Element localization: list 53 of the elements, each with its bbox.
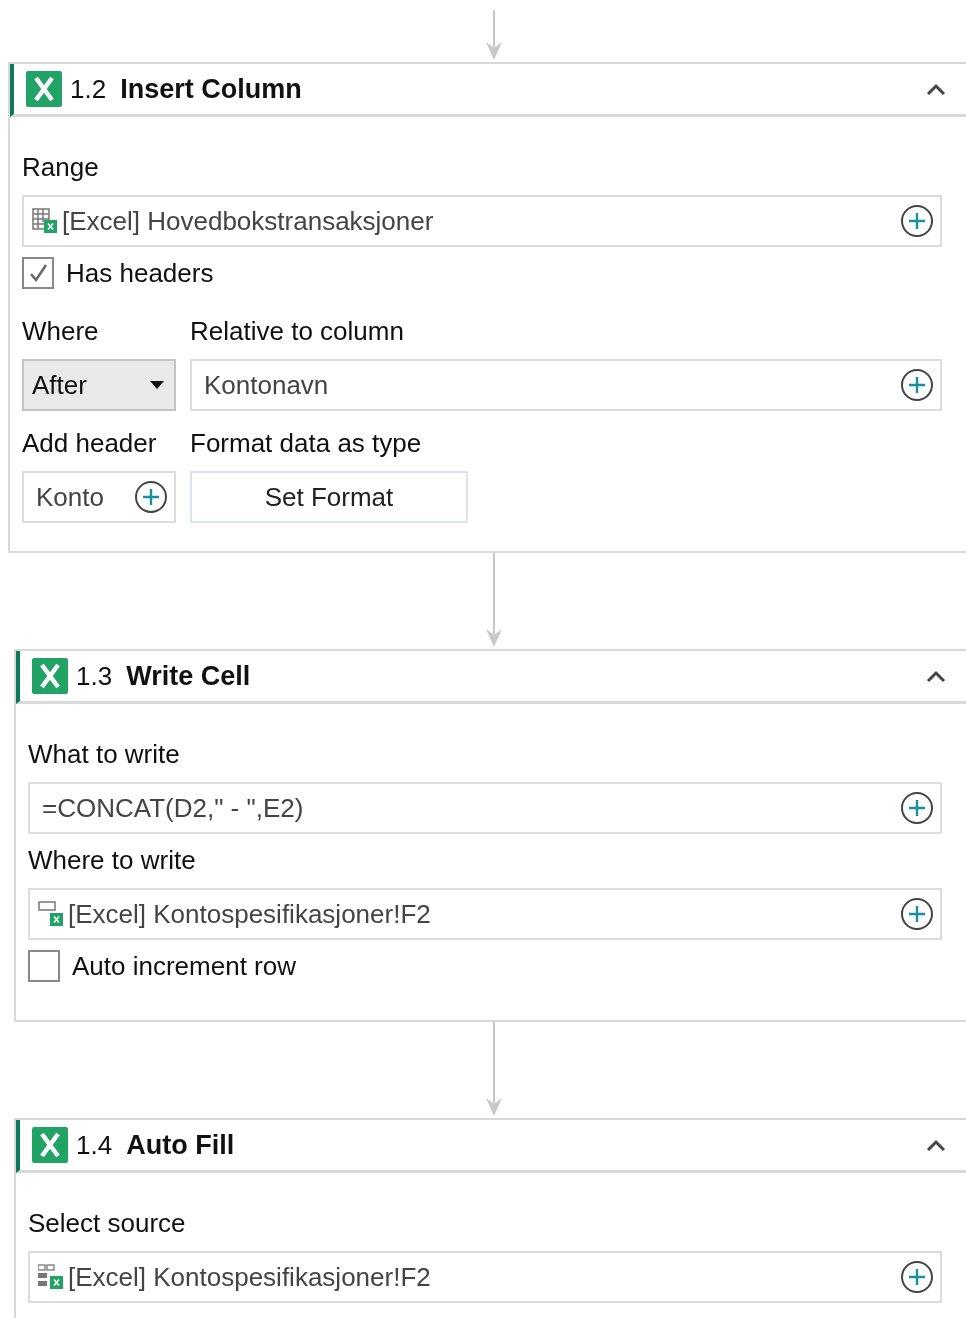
check-icon — [27, 262, 49, 284]
chevron-up-icon[interactable] — [926, 83, 946, 95]
field-value: [Excel] Kontospesifikasjoner!F2 — [68, 1261, 431, 1293]
input-field[interactable]: [Excel] Kontospesifikasjoner!F2 — [28, 1251, 942, 1303]
input-field[interactable]: =CONCAT(D2," - ",E2) — [28, 782, 942, 834]
step-header[interactable]: 1.4 Auto Fill — [16, 1120, 966, 1173]
add-circle-icon[interactable] — [900, 1260, 934, 1294]
field-label: Relative to column — [190, 315, 405, 347]
step-number: 1.2 — [70, 73, 107, 105]
table-sheet-icon — [32, 208, 58, 234]
step-header[interactable]: 1.2 Insert Column — [10, 64, 966, 117]
add-circle-icon[interactable] — [900, 204, 934, 238]
field-value: [Excel] Hovedbokstransaksjoner — [62, 205, 434, 237]
spreadsheet-icon — [32, 658, 68, 694]
field-label: Range — [22, 151, 100, 183]
field-label: Where — [22, 315, 100, 347]
input-field[interactable]: [Excel] Kontospesifikasjoner!F2 — [28, 888, 942, 940]
cell-sheet-icon — [38, 901, 64, 927]
step-title: Auto Fill — [126, 1129, 235, 1161]
field-value: [Excel] Kontospesifikasjoner!F2 — [68, 898, 431, 930]
field-label: Select source — [28, 1207, 187, 1239]
field-value: =CONCAT(D2," - ",E2) — [41, 792, 304, 824]
dropdown[interactable]: After — [22, 359, 176, 411]
step-number: 1.3 — [76, 660, 113, 692]
spreadsheet-icon — [26, 71, 62, 107]
add-circle-icon[interactable] — [900, 791, 934, 825]
add-circle-icon[interactable] — [900, 368, 934, 402]
step-number: 1.4 — [76, 1129, 113, 1161]
spreadsheet-icon — [32, 1127, 68, 1163]
field-value: Konto — [35, 481, 104, 513]
chevron-up-icon[interactable] — [926, 670, 946, 682]
caret-icon — [150, 381, 164, 389]
field-label: Where to write — [28, 844, 197, 876]
input-field[interactable]: Konto — [22, 471, 176, 523]
step-header[interactable]: 1.3 Write Cell — [16, 651, 966, 704]
checkbox-label: Has headers — [66, 257, 214, 289]
connector-arrow — [484, 10, 504, 60]
step-title: Write Cell — [126, 660, 251, 692]
add-circle-icon[interactable] — [134, 480, 168, 514]
field-label: Add header — [22, 427, 158, 459]
input-field[interactable]: Kontonavn — [190, 359, 942, 411]
checkbox[interactable] — [28, 950, 60, 982]
field-label: What to write — [28, 738, 181, 770]
step-title: Insert Column — [120, 73, 302, 105]
chevron-up-icon[interactable] — [926, 1139, 946, 1151]
set-format-button[interactable]: Set Format — [190, 471, 468, 523]
checkbox[interactable] — [22, 257, 54, 289]
checkbox-label: Auto increment row — [72, 950, 296, 982]
rows-sheet-icon — [38, 1264, 64, 1290]
input-field[interactable]: [Excel] Hovedbokstransaksjoner — [22, 195, 942, 247]
field-value: Kontonavn — [203, 369, 329, 401]
add-circle-icon[interactable] — [900, 897, 934, 931]
field-label: Format data as type — [190, 427, 423, 459]
